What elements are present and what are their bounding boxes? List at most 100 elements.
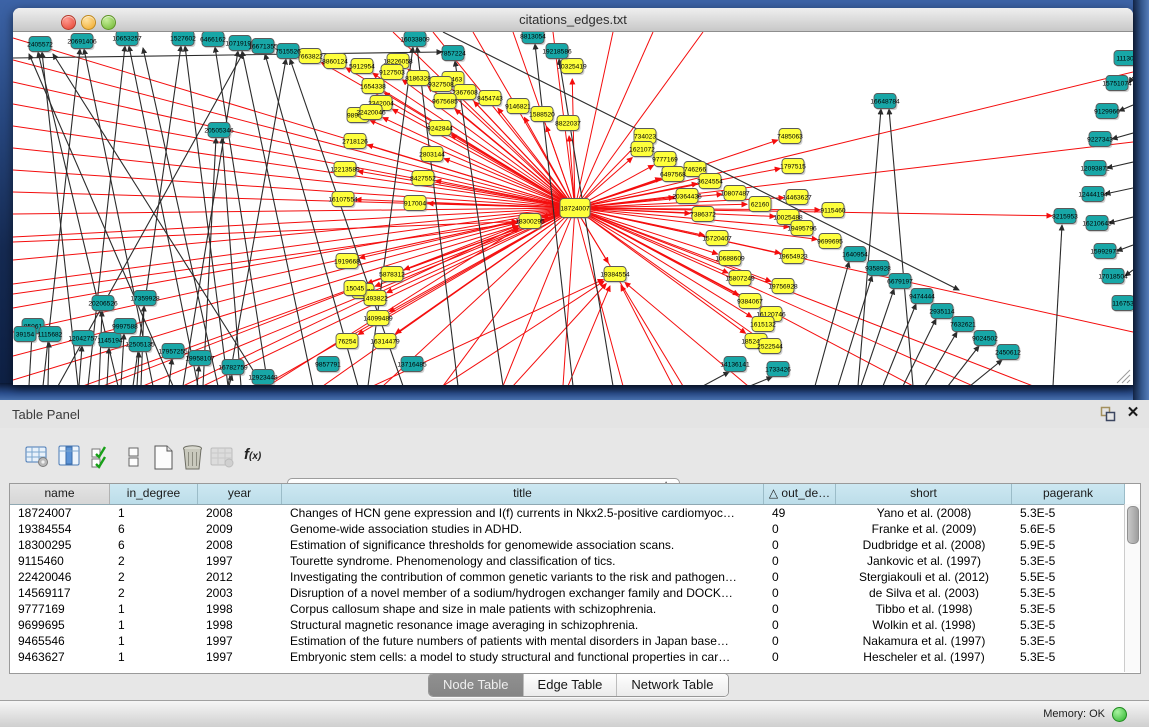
table-settings-icon[interactable] bbox=[24, 443, 52, 473]
graph-node[interactable]: 7857224 bbox=[440, 46, 466, 63]
graph-node[interactable]: 2450612 bbox=[995, 345, 1021, 362]
graph-node[interactable]: 6497568 bbox=[660, 167, 686, 184]
graph-node[interactable]: 5878312 bbox=[379, 267, 405, 284]
scrollbar-thumb[interactable] bbox=[1127, 506, 1139, 544]
graph-node[interactable]: 8813054 bbox=[520, 32, 546, 45]
close-panel-icon[interactable]: ✕ bbox=[1124, 404, 1142, 422]
graph-node[interactable]: 15807249 bbox=[725, 271, 755, 288]
graph-node[interactable]: 62160 bbox=[749, 197, 772, 214]
graph-node[interactable]: 76254 bbox=[336, 334, 359, 351]
network-window[interactable]: citations_edges.txt 18724007182260589127… bbox=[13, 8, 1133, 385]
graph-node[interactable]: 17018504 bbox=[1098, 269, 1128, 286]
column-header-4[interactable]: △ out_de… bbox=[764, 484, 836, 504]
graph-node[interactable]: 3624554 bbox=[697, 174, 723, 191]
graph-node[interactable]: 12042757 bbox=[68, 331, 98, 348]
graph-node[interactable]: 15720407 bbox=[702, 231, 732, 248]
select-all-icon[interactable] bbox=[88, 443, 116, 473]
graph-node[interactable]: 9384067 bbox=[737, 294, 763, 311]
graph-node[interactable]: 7663822 bbox=[297, 49, 323, 66]
tab-node-table[interactable]: Node Table bbox=[429, 674, 524, 696]
graph-node[interactable]: 19958107 bbox=[185, 351, 215, 368]
graph-node[interactable]: 20505346 bbox=[204, 123, 234, 140]
graph-node[interactable]: 10653257 bbox=[112, 32, 142, 47]
table-row[interactable]: 977716911998Corpus callosum shape and si… bbox=[10, 601, 1140, 617]
graph-node[interactable]: 9127503 bbox=[379, 65, 405, 82]
table-row[interactable]: 946362711997Embryonic stem cells: a mode… bbox=[10, 649, 1140, 665]
graph-node[interactable]: 20364436 bbox=[672, 189, 702, 206]
column-header-0[interactable]: name bbox=[10, 484, 110, 504]
float-panel-icon[interactable] bbox=[1100, 406, 1116, 422]
graph-node[interactable]: 9024502 bbox=[972, 331, 998, 348]
graph-node[interactable]: 19756928 bbox=[768, 279, 798, 296]
graph-node[interactable]: 7386372 bbox=[690, 207, 716, 224]
graph-node[interactable]: 10325419 bbox=[557, 59, 587, 76]
graph-node[interactable]: 20691406 bbox=[67, 34, 97, 51]
network-window-titlebar[interactable]: citations_edges.txt bbox=[13, 8, 1133, 32]
graph-node[interactable]: 6466162 bbox=[200, 32, 226, 48]
column-header-6[interactable]: pagerank bbox=[1012, 484, 1125, 504]
graph-node[interactable]: 9327508 bbox=[428, 77, 454, 94]
show-columns-icon[interactable] bbox=[56, 443, 84, 473]
graph-node[interactable]: 1733426 bbox=[765, 362, 791, 379]
graph-node[interactable]: 39154 bbox=[14, 327, 37, 344]
graph-node[interactable]: 12505135 bbox=[125, 337, 155, 354]
graph-node[interactable]: 12923448 bbox=[248, 370, 278, 386]
network-canvas[interactable]: 1872400718226058912750381863281546393275… bbox=[13, 32, 1133, 385]
graph-node[interactable]: 15992971 bbox=[1090, 244, 1120, 261]
graph-node[interactable]: 16671355 bbox=[248, 39, 278, 56]
graph-node[interactable]: 9699695 bbox=[817, 234, 843, 251]
graph-node[interactable]: 16782759 bbox=[218, 360, 248, 377]
graph-node[interactable]: 16107554 bbox=[328, 192, 358, 209]
graph-node[interactable]: 1615132 bbox=[750, 317, 776, 334]
graph-node[interactable]: 11130 bbox=[1114, 51, 1133, 68]
graph-node[interactable]: 2803144 bbox=[419, 147, 445, 164]
graph-node[interactable]: 16314479 bbox=[370, 334, 400, 351]
graph-node[interactable]: 13716485 bbox=[397, 357, 427, 374]
graph-node[interactable]: 6679197 bbox=[887, 274, 913, 291]
graph-node[interactable]: 19384554 bbox=[600, 267, 630, 284]
graph-node[interactable]: 8215953 bbox=[1052, 209, 1078, 226]
graph-node[interactable]: 1919668 bbox=[334, 254, 360, 271]
table-row[interactable]: 1938455462009Genome-wide association stu… bbox=[10, 521, 1140, 537]
graph-node[interactable]: 19495796 bbox=[787, 221, 817, 238]
delete-table-icon[interactable] bbox=[179, 443, 207, 473]
graph-node[interactable]: 20206526 bbox=[88, 296, 118, 313]
graph-node[interactable]: 10807487 bbox=[720, 186, 750, 203]
graph-node[interactable]: 15045 bbox=[344, 281, 367, 298]
table-row[interactable]: 1456911722003Disruption of a novel membe… bbox=[10, 585, 1140, 601]
graph-node[interactable]: 1797515 bbox=[780, 159, 806, 176]
graph-node[interactable]: 9146821 bbox=[505, 99, 531, 116]
graph-node[interactable]: 9129966 bbox=[1094, 104, 1120, 121]
column-header-2[interactable]: year bbox=[198, 484, 282, 504]
tab-edge-table[interactable]: Edge Table bbox=[524, 674, 618, 696]
graph-node[interactable]: 2935114 bbox=[929, 304, 955, 321]
network-graph[interactable]: 1872400718226058912750381863281546393275… bbox=[13, 32, 1133, 385]
graph-node[interactable]: 5912954 bbox=[349, 59, 375, 76]
graph-node[interactable]: 10688609 bbox=[715, 251, 745, 268]
graph-node[interactable]: 2405572 bbox=[27, 37, 53, 54]
graph-node[interactable]: 14463627 bbox=[782, 190, 812, 207]
graph-node[interactable]: 1588520 bbox=[529, 107, 555, 124]
graph-node[interactable]: 1115682 bbox=[38, 327, 63, 344]
graph-node[interactable]: 1654338 bbox=[360, 79, 386, 96]
import-table-icon[interactable] bbox=[208, 443, 236, 473]
graph-node[interactable]: 14099489 bbox=[363, 311, 393, 328]
graph-node[interactable]: 9675685 bbox=[432, 94, 458, 111]
graph-node[interactable]: 18300295 bbox=[515, 214, 545, 231]
graph-node[interactable]: 17359928 bbox=[130, 291, 160, 308]
graph-node[interactable]: 19218586 bbox=[542, 44, 572, 61]
graph-node[interactable]: 9242844 bbox=[427, 121, 453, 138]
graph-node[interactable]: 9227343 bbox=[1087, 132, 1113, 149]
graph-node[interactable]: 12444194 bbox=[1078, 187, 1108, 204]
graph-node[interactable]: 8860124 bbox=[322, 54, 348, 71]
table-row[interactable]: 2242004622012Investigating the contribut… bbox=[10, 569, 1140, 585]
table-row[interactable]: 969969511998Structural magnetic resonanc… bbox=[10, 617, 1140, 633]
table-scrollbar[interactable] bbox=[1124, 504, 1140, 672]
graph-node[interactable]: 22420046 bbox=[356, 105, 386, 122]
row-height-icon[interactable] bbox=[120, 443, 148, 473]
graph-node[interactable]: 9857791 bbox=[315, 357, 341, 374]
graph-node[interactable]: 2522544 bbox=[757, 339, 783, 356]
create-table-icon[interactable] bbox=[150, 443, 178, 473]
graph-node[interactable]: 9777169 bbox=[652, 152, 678, 169]
graph-node[interactable]: 19654923 bbox=[778, 249, 808, 266]
